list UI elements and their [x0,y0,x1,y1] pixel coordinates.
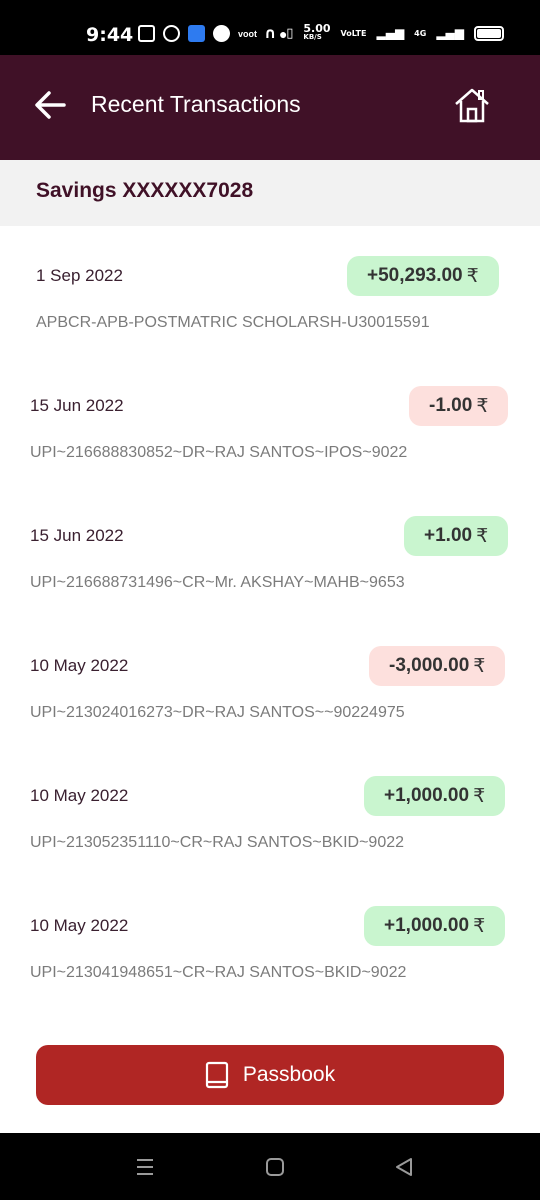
account-label: Savings XXXXXX7028 [36,179,254,202]
transaction-date: 10 May 2022 [30,656,129,675]
transaction-description: UPI~213052351110~CR~RAJ SANTOS~BKID~9022 [30,834,405,851]
book-icon [205,1061,228,1089]
amount-value: -3,000.00 [389,655,470,676]
transaction-description: APBCR-APB-POSTMATRIC SCHOLARSH-U30015591 [36,314,430,331]
transaction-row[interactable]: 10 May 2022 -3,000.00 ₹ UPI~213024016273… [0,646,540,786]
app-bar: Recent Transactions [0,55,540,160]
back-button[interactable] [32,87,72,127]
battery-icon [474,25,504,41]
amount-value: +1,000.00 [384,785,470,806]
news-icon [138,25,155,42]
transaction-description: UPI~216688830852~DR~RAJ SANTOS~IPOS~9022 [30,444,408,461]
amount-value: +1.00 [424,525,473,546]
rupee-icon: ₹ [473,915,486,937]
volte-label: VoLTE [340,28,367,38]
transaction-date: 1 Sep 2022 [36,266,123,285]
transaction-amount: -1.00 ₹ [409,386,509,426]
rupee-icon: ₹ [476,525,489,547]
transaction-amount: +1.00 ₹ [404,516,509,556]
transaction-row[interactable]: 10 May 2022 +1,000.00 ₹ UPI~213041948651… [0,906,540,1046]
page-title: Recent Transactions [91,91,301,117]
chat-icon [213,25,230,42]
transaction-description: UPI~216688731496~CR~Mr. AKSHAY~MAHB~9653 [30,574,405,591]
signal-2-icon: ▂▄▆ [436,26,464,40]
home-icon [455,88,489,123]
transaction-amount: +50,293.00 ₹ [347,256,499,296]
transaction-date: 10 May 2022 [30,786,129,805]
system-nav-bar [0,1133,540,1200]
transaction-row[interactable]: 15 Jun 2022 +1.00 ₹ UPI~216688731496~CR~… [0,516,540,656]
network-type: 4G [414,28,427,38]
recents-menu-icon[interactable] [135,1157,155,1177]
vibrate-icon: ▯ [286,25,294,41]
amount-value: +1,000.00 [384,915,470,936]
whatsapp-icon [163,25,180,42]
transaction-description: UPI~213041948651~CR~RAJ SANTOS~BKID~9022 [30,964,407,981]
back-arrow-icon [35,91,66,119]
status-bar: 9:44 voot ● ∩ ▯ 5.00 KB/S VoLTE ▂▄▆ 4G ▂… [0,0,540,55]
transaction-amount: -3,000.00 ₹ [369,646,506,686]
back-nav-icon[interactable] [394,1157,414,1177]
app-notification-icon [188,25,205,42]
account-header: Savings XXXXXX7028 [0,160,540,226]
amount-value: -1.00 [429,395,473,416]
speed-unit: KB/S [303,33,322,41]
passbook-button[interactable]: Passbook [36,1045,504,1105]
home-nav-icon[interactable] [265,1157,285,1177]
status-time: 9:44 [86,24,134,46]
status-right: ∩ ▯ 5.00 KB/S VoLTE ▂▄▆ 4G ▂▄▆ [264,22,504,42]
amount-value: +50,293.00 [367,265,463,286]
transaction-description: UPI~213024016273~DR~RAJ SANTOS~~90224975 [30,704,405,721]
rupee-icon: ₹ [476,395,489,417]
headphones-icon: ∩ [264,24,277,42]
signal-icon: ▂▄▆ [376,26,405,40]
transaction-row[interactable]: 15 Jun 2022 -1.00 ₹ UPI~216688830852~DR~… [0,386,540,526]
transaction-amount: +1,000.00 ₹ [364,776,506,816]
transaction-row[interactable]: 1 Sep 2022 +50,293.00 ₹ APBCR-APB-POSTMA… [0,256,540,396]
rupee-icon: ₹ [473,785,486,807]
transaction-amount: +1,000.00 ₹ [364,906,506,946]
transaction-row[interactable]: 10 May 2022 +1,000.00 ₹ UPI~213052351110… [0,776,540,916]
transaction-date: 15 Jun 2022 [30,396,124,415]
passbook-label: Passbook [242,1063,336,1086]
transaction-date: 15 Jun 2022 [30,526,124,545]
voot-icon: voot [238,28,257,39]
home-button[interactable] [452,85,492,127]
rupee-icon: ₹ [466,265,479,287]
speed-value: 5.00 [303,22,331,35]
rupee-icon: ₹ [473,655,486,677]
transaction-date: 10 May 2022 [30,916,129,935]
